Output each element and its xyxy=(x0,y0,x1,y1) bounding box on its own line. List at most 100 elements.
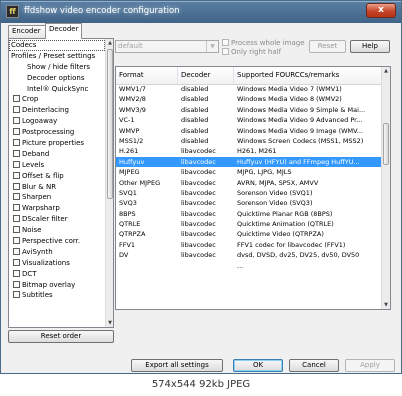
table-row[interactable]: SVQ1 libavcodec Sorenson Video (SVQ1) xyxy=(116,188,382,198)
tree-item-label: Deinterlacing xyxy=(22,106,69,115)
tree-item[interactable]: Decoder options xyxy=(9,73,105,84)
apply-button[interactable]: Apply xyxy=(345,359,395,372)
dialog-window: ff ffdshow video encoder configuration x… xyxy=(0,0,402,374)
remarks-cell: Sorenson Video (SVQ3) xyxy=(237,199,313,208)
tree-item-label: Offset & flip xyxy=(22,171,64,180)
table-row[interactable]: FFV1 libavcodec FFV1 codec for libavcodec … xyxy=(116,240,382,250)
tree-item[interactable]: Subtitles xyxy=(9,290,105,301)
checkbox-box[interactable] xyxy=(222,48,229,55)
filter-checkbox[interactable] xyxy=(13,247,20,255)
tree-item[interactable]: DScaler filter xyxy=(9,214,105,225)
tree-item-label: Perspective corr. xyxy=(22,237,81,246)
tree-item[interactable]: Show / hide filters xyxy=(9,62,105,73)
tree-item[interactable]: Bitmap overlay xyxy=(9,280,105,291)
tree-item[interactable]: Intel® QuickSync xyxy=(9,84,105,95)
close-button[interactable]: x xyxy=(366,3,396,18)
filter-checkbox[interactable] xyxy=(13,193,20,201)
export-all-settings-button[interactable]: Export all settings xyxy=(131,359,223,372)
scroll-up-arrow-icon[interactable]: ▲ xyxy=(383,67,389,75)
reset-order-button[interactable]: Reset order xyxy=(8,330,114,343)
table-row[interactable]: QTRLE libavcodec Quicktime Animation (QTRL… xyxy=(116,219,382,229)
table-row[interactable]: MJPEG libavcodec MJPG, LJPG, MJLS xyxy=(116,167,382,177)
table-row[interactable]: Huffyuv libavcodec Huffyuv (HFYU) and FFmp… xyxy=(116,156,382,168)
column-header-format[interactable]: Format xyxy=(116,67,178,84)
tree-item[interactable]: Noise xyxy=(9,225,105,236)
tree-item[interactable]: Perspective corr. xyxy=(9,236,105,247)
preset-select[interactable]: default ▼ xyxy=(115,40,219,53)
tree-item[interactable]: Crop xyxy=(9,94,105,105)
title-bar[interactable]: ff ffdshow video encoder configuration x xyxy=(1,1,401,23)
filter-checkbox[interactable] xyxy=(13,215,20,223)
tree-item[interactable]: Logoaway xyxy=(9,116,105,127)
tree-item[interactable]: Codecs xyxy=(9,40,105,51)
cancel-button[interactable]: Cancel xyxy=(289,359,339,372)
table-row[interactable]: WMVP disabled Windows Media Video 9 Image … xyxy=(116,126,382,136)
table-row[interactable]: Other MJPEG libavcodec AVRN, MJPA, SP5X, A… xyxy=(116,178,382,188)
filter-checkbox[interactable] xyxy=(13,171,20,179)
filter-checkbox[interactable] xyxy=(13,160,20,168)
filter-checkbox[interactable] xyxy=(13,182,20,190)
tree-item[interactable]: Postprocessing xyxy=(9,127,105,138)
scrollbar-thumb[interactable] xyxy=(383,123,389,165)
filter-checkbox[interactable] xyxy=(13,117,20,125)
tree-item[interactable]: DCT xyxy=(9,269,105,280)
tree-item[interactable]: Levels xyxy=(9,160,105,171)
table-row[interactable]: VC-1 disabled Windows Media Video 9 Advanc… xyxy=(116,115,382,125)
table-row[interactable]: WMV2/8 disabled Windows Media Video 8 (WMV… xyxy=(116,94,382,104)
tree-item-label: Noise xyxy=(22,226,42,235)
column-header-decoder[interactable]: Decoder xyxy=(178,67,234,84)
ok-button[interactable]: OK xyxy=(233,359,283,372)
filter-checkbox[interactable] xyxy=(13,237,20,245)
filter-checkbox[interactable] xyxy=(13,149,20,157)
process-whole-image-checkbox[interactable]: Process whole image xyxy=(222,39,305,48)
only-right-half-checkbox[interactable]: Only right half xyxy=(222,48,281,57)
format-cell: MJPEG xyxy=(119,168,140,177)
table-row[interactable]: WMV1/7 disabled Windows Media Video 7 (WMV… xyxy=(116,84,382,94)
table-row[interactable]: ... xyxy=(116,261,382,271)
tree-item[interactable]: Offset & flip xyxy=(9,171,105,182)
tab-encoder[interactable]: Encoder xyxy=(8,25,46,38)
tree-item[interactable]: Sharpen xyxy=(9,192,105,203)
codec-list[interactable]: Format Decoder Supported FOURCCs/remarks… xyxy=(115,66,391,310)
tree-item[interactable]: Profiles / Preset settings xyxy=(9,51,105,62)
filter-checkbox[interactable] xyxy=(13,204,20,212)
scroll-up-arrow-icon[interactable]: ▲ xyxy=(107,39,113,47)
tree-item[interactable]: Blur & NR xyxy=(9,182,105,193)
filter-checkbox[interactable] xyxy=(13,139,20,147)
filter-checkbox[interactable] xyxy=(13,280,20,288)
tree-item[interactable]: Warpsharp xyxy=(9,203,105,214)
table-row[interactable]: SVQ3 libavcodec Sorenson Video (SVQ3) xyxy=(116,198,382,208)
table-row[interactable]: H.261 libavcodec H261, M261 xyxy=(116,146,382,156)
scroll-down-arrow-icon[interactable]: ▼ xyxy=(383,301,389,309)
tree-item[interactable]: Visualizations xyxy=(9,258,105,269)
tab-decoder[interactable]: Decoder xyxy=(45,23,82,39)
table-row[interactable]: QTRPZA libavcodec Quicktime Video (QTRPZA) xyxy=(116,229,382,239)
column-header-remarks[interactable]: Supported FOURCCs/remarks xyxy=(234,67,382,84)
tree-item[interactable]: Picture properties xyxy=(9,138,105,149)
decoder-cell: libavcodec xyxy=(181,230,216,239)
reset-button[interactable]: Reset xyxy=(309,40,346,53)
tree-item[interactable]: Deband xyxy=(9,149,105,160)
decoder-cell: disabled xyxy=(181,136,209,145)
scroll-down-arrow-icon[interactable]: ▼ xyxy=(107,319,113,327)
table-row[interactable]: 8BPS libavcodec Quicktime Planar RGB (8BPS… xyxy=(116,209,382,219)
tree-item[interactable]: Deinterlacing xyxy=(9,105,105,116)
help-button[interactable]: Help xyxy=(350,40,390,53)
filter-checkbox[interactable] xyxy=(13,128,20,136)
table-row[interactable]: MSS1/2 disabled Windows Screen Codecs (MSS… xyxy=(116,136,382,146)
filter-checkbox[interactable] xyxy=(13,226,20,234)
codec-list-scrollbar[interactable]: ▲ ▼ xyxy=(381,67,390,309)
filter-checkbox[interactable] xyxy=(13,106,20,114)
decoder-cell: libavcodec xyxy=(181,188,216,197)
tree-item[interactable]: AviSynth xyxy=(9,247,105,258)
chevron-down-icon[interactable]: ▼ xyxy=(206,41,218,52)
table-row[interactable]: DV libavcodec dvsd, DVSD, dv25, DV25, dv50… xyxy=(116,250,382,260)
checkbox-box[interactable] xyxy=(222,39,229,46)
filter-checkbox[interactable] xyxy=(13,95,20,103)
scrollbar-thumb[interactable] xyxy=(107,49,113,199)
filter-checkbox[interactable] xyxy=(13,269,20,277)
table-row[interactable]: WMV3/9 disabled Windows Media Video 9 Simp… xyxy=(116,105,382,115)
filter-checkbox[interactable] xyxy=(13,291,20,299)
filter-tree-scrollbar[interactable]: ▲ ▼ xyxy=(105,39,113,327)
filter-checkbox[interactable] xyxy=(13,258,20,266)
